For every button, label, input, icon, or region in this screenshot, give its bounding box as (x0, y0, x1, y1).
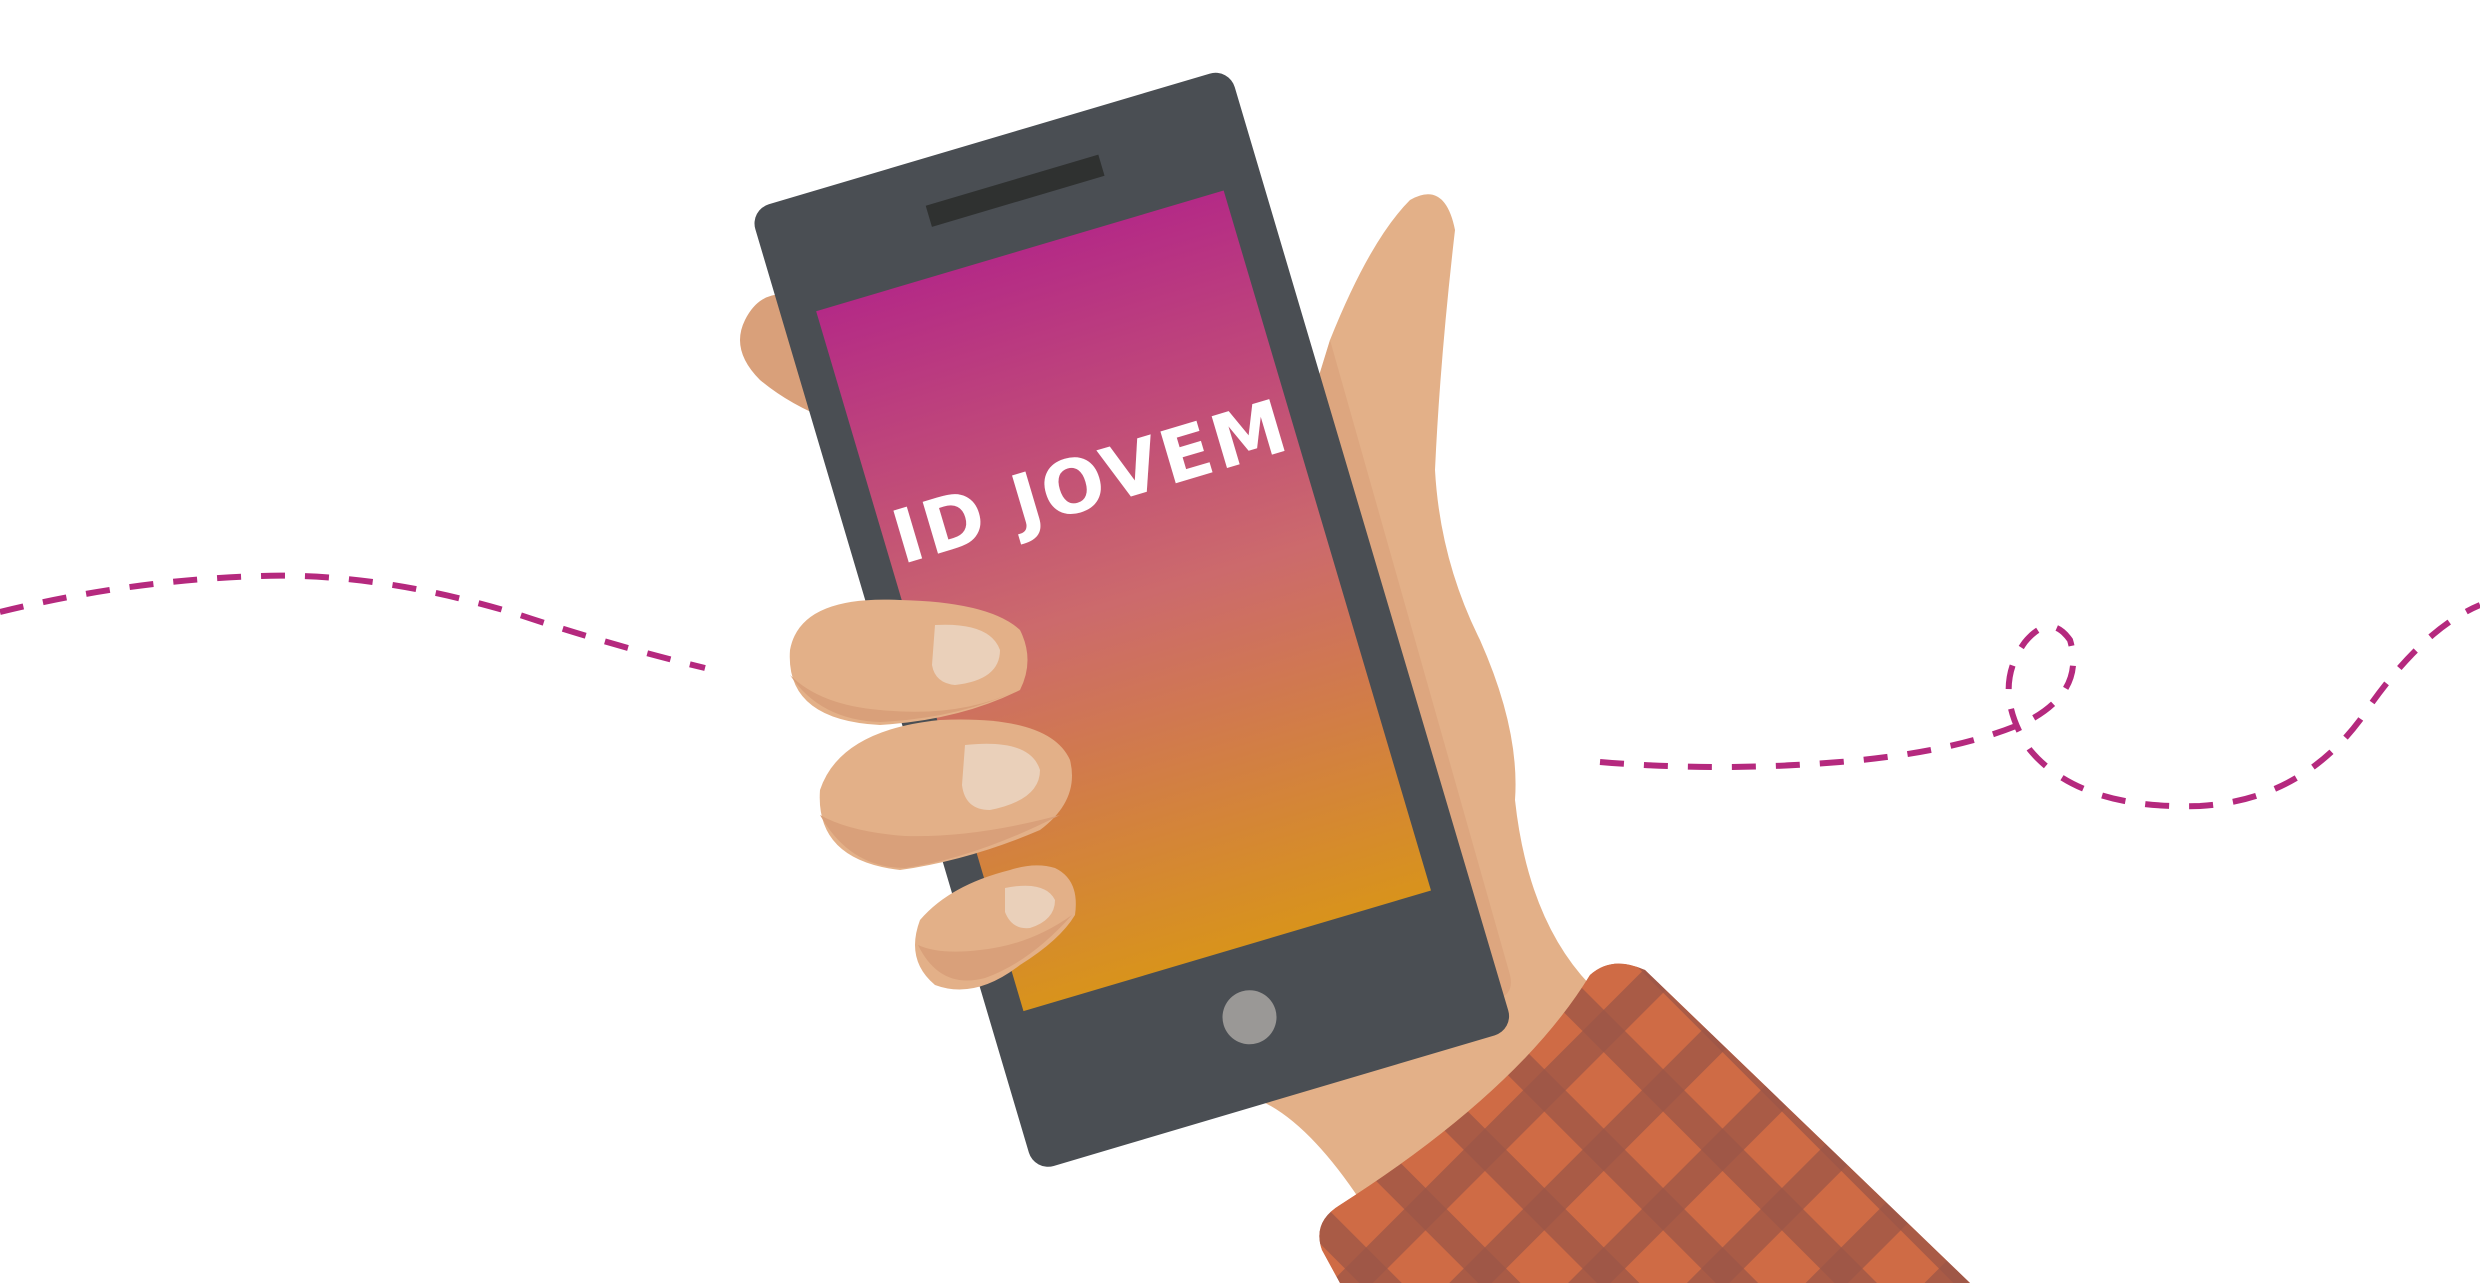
dashed-line-left (0, 572, 706, 671)
illustration-scene: ID JOVEM (0, 0, 2480, 1283)
dashed-line-right (1599, 602, 2480, 810)
